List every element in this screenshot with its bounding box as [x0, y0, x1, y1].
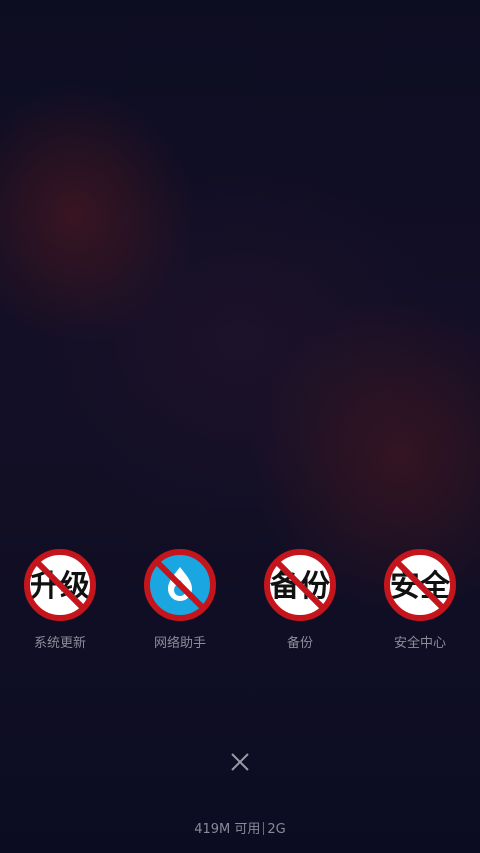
recent-shortcuts: 升级 系统更新 网络助手 备份 — [0, 548, 480, 658]
shortcut-security-center[interactable]: 安全 安全中心 — [360, 548, 480, 656]
memory-available: 419M 可用 — [194, 822, 261, 837]
backup-icon: 备份 — [263, 548, 337, 622]
wallpaper-background — [0, 0, 480, 853]
close-icon — [231, 753, 249, 771]
shortcut-label: 网络助手 — [153, 636, 206, 651]
memory-total: 2G — [267, 822, 286, 837]
shortcut-network-assistant[interactable]: 网络助手 — [120, 548, 240, 656]
shortcut-label: 备份 — [286, 636, 313, 651]
shortcut-label: 安全中心 — [393, 636, 446, 651]
shortcut-label: 系统更新 — [33, 636, 86, 651]
shortcut-backup[interactable]: 备份 备份 — [240, 548, 360, 656]
memory-divider — [263, 822, 265, 835]
security-icon: 安全 — [383, 548, 457, 622]
memory-status: 419M 可用 2G — [0, 818, 480, 837]
water-drop-icon — [143, 548, 217, 622]
close-all-button[interactable] — [220, 742, 260, 782]
upgrade-icon: 升级 — [23, 548, 97, 622]
shortcut-system-update[interactable]: 升级 系统更新 — [0, 548, 120, 656]
